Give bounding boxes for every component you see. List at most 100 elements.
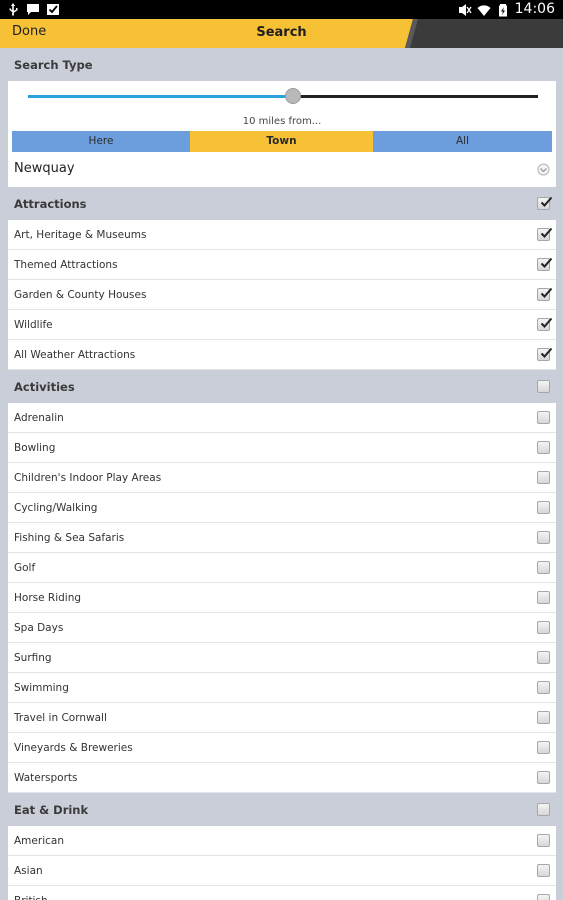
list-item[interactable]: Art, Heritage & Museums [8,220,556,250]
item-checkbox[interactable] [537,651,550,664]
list-item-label: Travel in Cornwall [14,712,107,724]
checkmark-icon [540,257,553,268]
list-item-label: Adrenalin [14,412,64,424]
segment-all[interactable]: All [373,131,552,152]
notification-icons [6,2,60,16]
list-item-label: Fishing & Sea Safaris [14,532,125,544]
list-item-label: Bowling [14,442,56,454]
list-item-label: Vineyards & Breweries [14,742,133,754]
item-checkbox[interactable] [537,834,550,847]
list-item[interactable]: Fishing & Sea Safaris [8,523,556,553]
section-title: Activities [14,380,75,394]
slider-thumb[interactable] [285,88,302,104]
item-checkbox[interactable] [537,771,550,784]
list-item[interactable]: Swimming [8,673,556,703]
item-checkbox[interactable] [537,501,550,514]
section-header-search-type: Search Type [8,48,556,81]
item-checkbox[interactable] [537,287,553,301]
list-item[interactable]: All Weather Attractions [8,340,556,370]
list-item-label: Surfing [14,652,52,664]
list-item[interactable]: Surfing [8,643,556,673]
section-title: Eat & Drink [14,803,89,817]
item-checkbox[interactable] [537,681,550,694]
item-checkbox[interactable] [537,257,553,271]
checkmark-icon [540,347,553,358]
list-item[interactable]: Vineyards & Breweries [8,733,556,763]
list-item-label: British [14,895,48,900]
search-type-card: 10 miles from... Here Town All Newquay [8,81,556,187]
list-item-label: Garden & County Houses [14,289,147,301]
item-checkbox[interactable] [537,894,550,900]
section-header-eat-drink: Eat & Drink [8,793,556,826]
item-checkbox[interactable] [537,347,553,361]
list-item-label: Cycling/Walking [14,502,98,514]
list-item[interactable]: American [8,826,556,856]
section-checkbox-activities[interactable] [537,380,550,393]
list-item-label: Wildlife [14,319,53,331]
list-item-label: Art, Heritage & Museums [14,229,147,241]
clear-icon[interactable] [537,163,550,176]
list-item-label: Swimming [14,682,69,694]
location-mode-selector: Here Town All [12,131,552,152]
list-item[interactable]: Travel in Cornwall [8,703,556,733]
list-item-label: Spa Days [14,622,64,634]
list-item-label: Children's Indoor Play Areas [14,472,162,484]
section-checkbox-attractions[interactable] [537,196,553,210]
list-item-label: Watersports [14,772,78,784]
segment-here[interactable]: Here [12,131,190,152]
action-bar: Done Search [0,19,563,48]
section-header-activities: Activities [8,370,556,403]
item-checkbox[interactable] [537,411,550,424]
page-title: Search [256,25,307,40]
item-checkbox[interactable] [537,441,550,454]
list-item[interactable]: Adrenalin [8,403,556,433]
item-checkbox[interactable] [537,317,553,331]
checkmark-icon [540,196,553,207]
list-item[interactable]: Garden & County Houses [8,280,556,310]
list-item-label: American [14,835,64,847]
item-checkbox[interactable] [537,531,550,544]
item-checkbox[interactable] [537,227,553,241]
section-header-attractions: Attractions [8,187,556,220]
checkbox-icon [47,4,59,15]
category-sections: Attractions Art, Heritage & Museums Themed… [8,187,556,900]
clock: 14:06 [514,1,555,17]
slider-fill [28,95,294,98]
list-item[interactable]: Spa Days [8,613,556,643]
wifi-icon [477,4,491,16]
section-title: Attractions [14,197,87,211]
list-item[interactable]: Asian [8,856,556,886]
usb-icon [9,3,18,16]
list-item[interactable]: Horse Riding [8,583,556,613]
list-item[interactable]: Watersports [8,763,556,793]
list-item[interactable]: Themed Attractions [8,250,556,280]
message-icon [27,4,39,15]
town-value: Newquay [14,161,75,176]
list-item-label: Asian [14,865,43,877]
item-checkbox[interactable] [537,864,550,877]
section-checkbox-eat-drink[interactable] [537,803,550,816]
item-checkbox[interactable] [537,741,550,754]
list-item[interactable]: Bowling [8,433,556,463]
item-checkbox[interactable] [537,471,550,484]
list-item[interactable]: Cycling/Walking [8,493,556,523]
distance-label: 10 miles from... [242,116,322,127]
checkmark-icon [540,287,553,298]
item-checkbox[interactable] [537,561,550,574]
distance-slider[interactable] [8,81,556,115]
list-item[interactable]: Children's Indoor Play Areas [8,463,556,493]
checkmark-icon [540,227,553,238]
item-checkbox[interactable] [537,621,550,634]
item-checkbox[interactable] [537,591,550,604]
section-title: Search Type [14,58,93,72]
battery-icon [498,3,507,16]
list-item[interactable]: British [8,886,556,900]
town-field[interactable]: Newquay [8,152,556,187]
item-checkbox[interactable] [537,711,550,724]
list-item-label: Themed Attractions [14,259,118,271]
list-item-label: Horse Riding [14,592,82,604]
list-item[interactable]: Golf [8,553,556,583]
list-item[interactable]: Wildlife [8,310,556,340]
search-form: Search Type 10 miles from... Here Town A… [8,48,556,900]
segment-town[interactable]: Town [190,131,373,152]
